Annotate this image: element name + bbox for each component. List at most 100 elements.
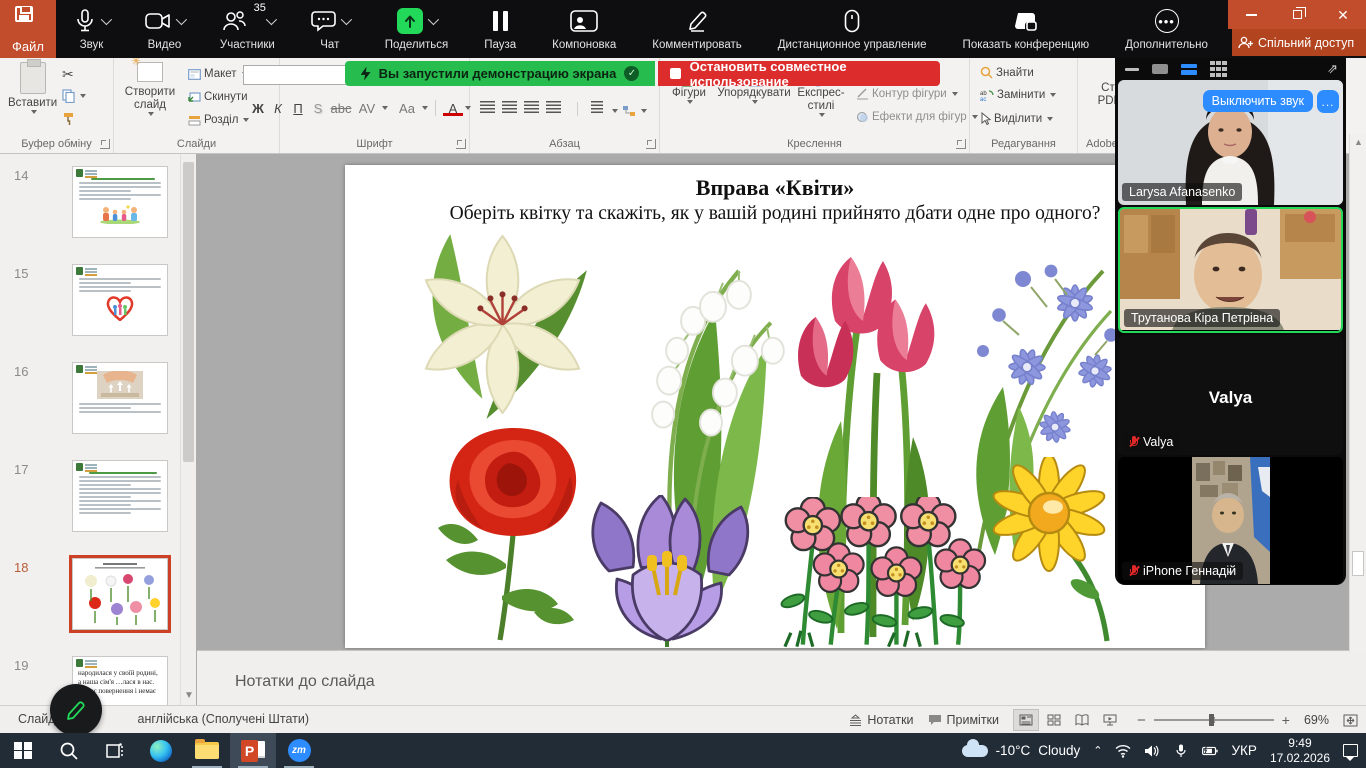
ppt-share-button[interactable]: Спільний доступ [1232,29,1366,56]
font-dialog-launcher[interactable] [456,139,466,149]
thumbnail[interactable] [72,460,168,532]
scrollbar-thumb[interactable] [183,162,194,462]
drawing-dialog-launcher[interactable] [956,139,966,149]
stop-share-button[interactable]: Остановить совместное использование [658,61,940,86]
thumbnails-scrollbar[interactable]: ▼ [180,154,196,705]
close-button[interactable]: ✕ [1328,4,1358,26]
toolbar-share-button[interactable]: Поделиться [385,0,449,51]
layout-button[interactable]: Макет [188,68,248,80]
zoom-out-icon[interactable]: − [1137,712,1146,729]
normal-view-button[interactable] [1013,709,1039,731]
bold-button[interactable]: Ж [248,101,268,116]
reset-button[interactable]: Скинути [188,91,248,103]
minimize-panel-icon[interactable] [1125,68,1139,71]
expand-panel-icon[interactable]: ⇗ [1327,61,1338,77]
white-lily-image[interactable] [390,230,615,435]
zoom-in-icon[interactable]: + [1282,712,1290,728]
toolbar-annotate-button[interactable]: Комментировать [652,0,742,51]
change-case-button[interactable]: Aa [394,101,420,116]
text-shadow-button[interactable]: S [308,101,328,116]
zoom-slider[interactable]: − + [1137,712,1290,729]
chevron-down-icon[interactable] [266,14,277,25]
thumbnail[interactable] [72,264,168,336]
scroll-up-arrow-icon[interactable]: ▲ [1354,137,1363,147]
bullets-button[interactable] [588,101,603,113]
toolbar-remote-control-button[interactable]: Дистанционное управление [778,0,927,51]
scrollbar-thumb[interactable] [1352,551,1364,576]
format-painter-button[interactable] [62,112,75,126]
powerpoint-taskbar-button[interactable]: P [230,733,276,768]
file-explorer-button[interactable] [184,733,230,768]
restore-button[interactable] [1282,4,1312,26]
section-button[interactable]: Розділ [188,114,249,126]
scroll-down-arrow-icon[interactable]: ▼ [184,690,194,701]
thumbnail[interactable] [72,362,168,434]
toolbar-chat-button[interactable]: Чат [311,0,349,51]
strikethrough-button[interactable]: abc [328,101,354,116]
gallery-strip-view-icon[interactable] [1181,64,1197,75]
save-icon[interactable] [15,6,33,22]
chevron-down-icon[interactable] [101,14,112,25]
zoom-app-taskbar-button[interactable]: zm [276,733,322,768]
font-color-button[interactable]: A [443,101,463,116]
fit-to-window-icon[interactable] [1343,714,1358,727]
new-slide-button[interactable]: Створити слайд [122,62,178,116]
align-center-button[interactable] [502,101,517,113]
tray-microphone-icon[interactable] [1173,744,1189,758]
speaker-icon[interactable] [1144,744,1160,758]
action-center-icon[interactable] [1343,744,1358,757]
task-view-button[interactable] [92,733,138,768]
speaker-view-icon[interactable] [1152,64,1168,74]
annotation-pencil-button[interactable] [50,684,102,736]
thumbnail[interactable] [72,166,168,238]
convert-smartart-button[interactable] [622,104,647,118]
align-right-button[interactable] [524,101,539,113]
replace-button[interactable]: abac Замінити [980,89,1056,101]
weather-widget[interactable]: -10°C Cloudy [962,743,1081,758]
mute-participant-button[interactable]: Выключить звук [1203,90,1313,112]
hidden-icons-chevron[interactable]: ⌃ [1093,744,1102,757]
slide-canvas[interactable]: Вправа «Квіти» Оберіть квітку та скажіть… [345,165,1205,648]
chevron-down-icon[interactable] [341,14,352,25]
paste-button[interactable]: Вставити [8,62,57,114]
language-indicator[interactable]: УКР [1231,743,1256,758]
shape-effects-button[interactable]: Ефекти для фігур [856,111,978,123]
minimize-button[interactable] [1236,4,1266,26]
toolbar-participants-button[interactable]: 35 Участники [220,0,275,51]
paragraph-dialog-launcher[interactable] [646,139,656,149]
scroll-participants-chevron[interactable]: ⌄ [1224,560,1237,578]
notes-pane[interactable]: Нотатки до слайда [197,650,1366,705]
toolbar-pause-button[interactable]: Пауза [484,0,516,51]
chevron-down-icon[interactable] [176,14,187,25]
video-tile-larysa[interactable]: Выключить звук ... Larysa Afanasenko [1118,80,1343,205]
slide-sorter-view-button[interactable] [1041,709,1067,731]
toolbar-show-meeting-button[interactable]: Показать конференцию [963,0,1090,51]
underline-button[interactable]: П [288,101,308,116]
justify-button[interactable] [546,101,561,113]
participant-more-button[interactable]: ... [1317,90,1339,113]
video-tile-valya[interactable]: Valya Valya [1118,335,1343,455]
slide-vertical-scrollbar[interactable]: ▲ [1349,134,1366,652]
purple-crocus-image[interactable] [573,495,763,647]
toolbar-more-button[interactable]: ••• Дополнительно [1125,0,1208,51]
clipboard-dialog-launcher[interactable] [100,139,110,149]
video-tile-kira[interactable]: Трутанова Кіра Петрівна [1118,207,1343,333]
toolbar-layout-button[interactable]: Компоновка [552,0,616,51]
edge-browser-button[interactable] [138,733,184,768]
select-button[interactable]: Виділити [980,112,1053,125]
notes-placeholder[interactable]: Нотатки до слайда [235,673,375,691]
battery-icon[interactable] [1202,744,1218,758]
find-button[interactable]: Знайти [980,66,1034,79]
toolbar-audio-button[interactable]: Звук [74,0,109,51]
toolbar-video-button[interactable]: Видео [145,0,184,51]
yellow-daisy-image[interactable] [985,457,1117,643]
notes-toggle[interactable]: Нотатки [849,713,913,727]
chevron-down-icon[interactable] [428,14,439,25]
taskbar-search-button[interactable] [46,733,92,768]
pink-flowers-image[interactable] [773,497,988,647]
character-spacing-button[interactable]: AV [354,101,380,116]
reading-view-button[interactable] [1069,709,1095,731]
italic-button[interactable]: К [268,101,288,116]
start-button[interactable] [0,733,46,768]
zoom-percentage[interactable]: 69% [1304,713,1329,727]
